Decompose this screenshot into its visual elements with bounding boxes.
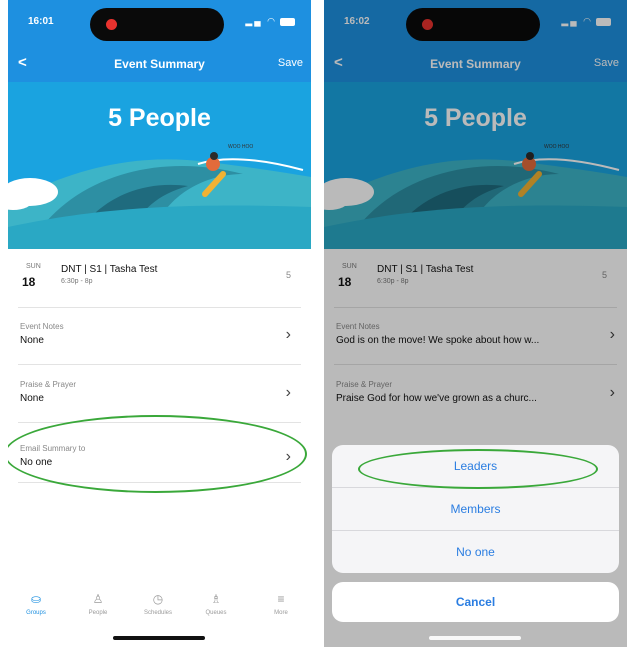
highlight-ellipse bbox=[358, 449, 598, 489]
hero-banner: WOO HOO 5 People bbox=[8, 82, 311, 249]
attendance-count: 5 People bbox=[108, 104, 211, 132]
cancel-button[interactable]: Cancel bbox=[332, 582, 619, 622]
tab-label: Groups bbox=[26, 610, 46, 616]
row-value: None bbox=[20, 393, 44, 404]
option-no-one[interactable]: No one bbox=[332, 531, 619, 573]
people-icon: ♙ bbox=[92, 592, 104, 606]
divider bbox=[18, 364, 301, 365]
praise-prayer-row[interactable]: Praise & Prayer None › bbox=[8, 366, 311, 422]
chevron-right-icon: › bbox=[285, 326, 291, 343]
tab-bar: ⛀ Groups ♙ People ◷ Schedules ♗ Queues ≡… bbox=[8, 588, 311, 628]
home-indicator bbox=[429, 636, 521, 640]
event-notes-row[interactable]: Event Notes None › bbox=[8, 308, 311, 364]
row-label: Praise & Prayer bbox=[20, 380, 77, 389]
dynamic-island bbox=[90, 8, 224, 41]
event-day: 18 bbox=[22, 275, 36, 289]
svg-text:WOO HOO: WOO HOO bbox=[228, 144, 253, 150]
wifi-icon: ◠ bbox=[267, 16, 277, 26]
event-time: 6:30p - 8p bbox=[61, 278, 93, 285]
highlight-ellipse bbox=[8, 415, 307, 493]
tab-label: Schedules bbox=[143, 610, 173, 616]
phone-screen-left: 16:01 ▂▄ ◠ < Event Summary Save WOO HOO … bbox=[8, 0, 311, 647]
tab-label: Queues bbox=[205, 610, 227, 616]
event-attendee-count: 5 bbox=[285, 270, 291, 280]
clock-icon: ◷ bbox=[152, 592, 164, 606]
status-icons: ▂▄ ◠ bbox=[245, 16, 295, 27]
groups-icon: ⛀ bbox=[30, 592, 42, 606]
queues-icon: ♗ bbox=[210, 592, 222, 606]
row-value: None bbox=[20, 335, 44, 346]
chevron-right-icon: › bbox=[285, 384, 291, 401]
tab-schedules[interactable]: ◷ Schedules bbox=[134, 592, 182, 616]
top-bar: 16:01 ▂▄ ◠ < Event Summary Save bbox=[8, 0, 311, 82]
recording-dot-icon bbox=[106, 19, 117, 30]
tab-people[interactable]: ♙ People bbox=[74, 592, 122, 616]
event-row: SUN 18 DNT | S1 | Tasha Test 6:30p - 8p … bbox=[8, 249, 311, 307]
tab-groups[interactable]: ⛀ Groups bbox=[12, 592, 60, 616]
tab-queues[interactable]: ♗ Queues bbox=[192, 592, 240, 616]
save-button[interactable]: Save bbox=[278, 57, 303, 69]
home-indicator bbox=[113, 636, 205, 640]
tab-label: More bbox=[274, 610, 288, 616]
status-time: 16:01 bbox=[28, 16, 54, 27]
menu-icon: ≡ bbox=[277, 592, 285, 606]
signal-icon: ▂▄ bbox=[245, 16, 263, 26]
battery-icon bbox=[280, 17, 295, 26]
phone-screen-right: 16:02 ▂▄ ◠ < Event Summary Save WOO HOO … bbox=[324, 0, 627, 647]
row-label: Event Notes bbox=[20, 322, 64, 331]
event-name: DNT | S1 | Tasha Test bbox=[61, 264, 158, 275]
tab-label: People bbox=[88, 610, 108, 616]
event-weekday: SUN bbox=[26, 263, 41, 270]
tab-more[interactable]: ≡ More bbox=[257, 592, 305, 616]
page-title: Event Summary bbox=[114, 57, 205, 71]
option-members[interactable]: Members bbox=[332, 488, 619, 530]
